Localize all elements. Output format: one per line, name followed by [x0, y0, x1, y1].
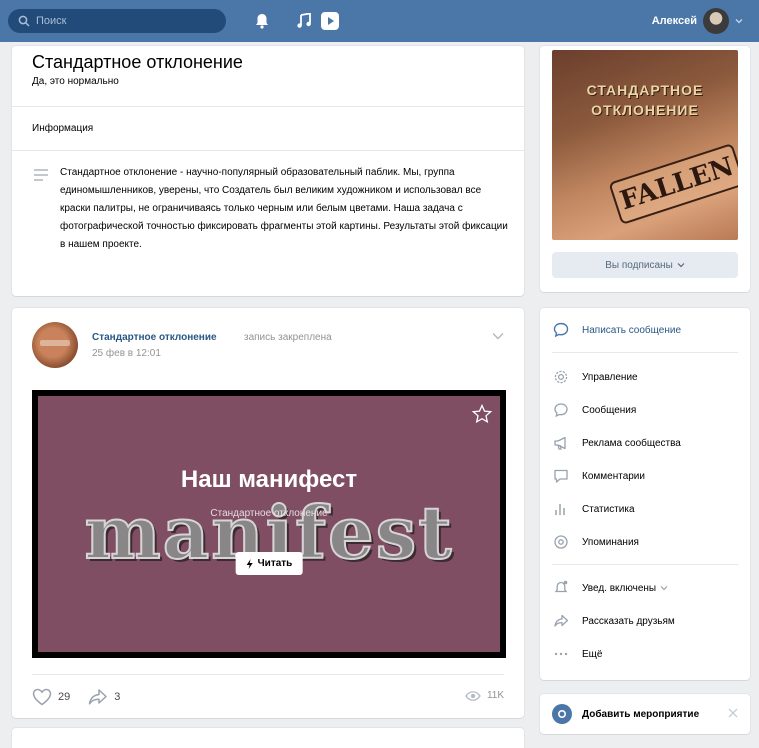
- article-banner[interactable]: manifest Наш манифест Стандартное отклон…: [32, 390, 506, 658]
- share-button[interactable]: 3: [88, 688, 120, 706]
- cover-title-line1: СТАНДАРТНОЕ: [586, 82, 704, 98]
- write-message-label: Написать сообщение: [582, 324, 682, 336]
- like-button[interactable]: 29: [32, 688, 70, 706]
- group-cover-image[interactable]: СТАНДАРТНОЕ ОТКЛОНЕНИЕ FALLEN: [552, 50, 738, 240]
- read-button[interactable]: Читать: [235, 552, 303, 575]
- bell-icon[interactable]: [252, 11, 272, 31]
- like-count: 29: [58, 691, 71, 703]
- group-cover-card: СТАНДАРТНОЕ ОТКЛОНЕНИЕ FALLEN Вы подписа…: [540, 46, 750, 292]
- search-icon: [18, 15, 30, 27]
- cover-title-line2: ОТКЛОНЕНИЕ: [591, 102, 699, 118]
- avatar: [703, 8, 729, 34]
- write-message-button[interactable]: Написать сообщение: [552, 316, 738, 344]
- group-actions-menu: Написать сообщение Управление Сообщения …: [540, 308, 750, 680]
- manage-label: Управление: [582, 371, 638, 383]
- comments-label: Комментарии: [582, 470, 645, 482]
- messages-label: Сообщения: [582, 404, 637, 416]
- divider: [552, 564, 738, 565]
- share-icon: [552, 612, 570, 630]
- user-menu[interactable]: Алексей: [652, 7, 743, 35]
- stats-link[interactable]: Статистика: [552, 495, 738, 523]
- tell-friends-link[interactable]: Рассказать друзьям: [552, 607, 738, 635]
- mentions-label: Упоминания: [582, 536, 639, 548]
- divider: [12, 150, 524, 151]
- top-bar: Алексей: [0, 0, 759, 42]
- add-event-button[interactable]: Добавить мероприятие: [552, 704, 699, 724]
- mention-icon: [552, 533, 570, 551]
- cover-stamp: FALLEN: [608, 142, 738, 226]
- more-link[interactable]: Ещё: [552, 640, 738, 668]
- divider: [32, 674, 504, 675]
- heart-icon: [32, 688, 52, 706]
- lightning-icon: [246, 558, 253, 569]
- advertise-label: Реклама сообщества: [582, 437, 681, 449]
- post-author-link[interactable]: Стандартное отклонение: [92, 332, 217, 343]
- share-icon: [89, 689, 107, 705]
- views-counter: 11K: [465, 690, 504, 701]
- event-icon: [552, 704, 572, 724]
- bell-icon: [552, 579, 570, 597]
- next-post: [12, 728, 524, 748]
- post-author-avatar[interactable]: [32, 322, 78, 368]
- search-box[interactable]: [8, 9, 226, 33]
- megaphone-icon: [552, 434, 570, 452]
- text-lines-icon: [34, 169, 48, 181]
- user-name: Алексей: [651, 15, 697, 27]
- message-icon: [552, 321, 570, 339]
- mentions-link[interactable]: Упоминания: [552, 528, 738, 556]
- close-icon[interactable]: [728, 708, 738, 718]
- group-info-card: Стандартное отклонение Да, это нормально…: [12, 46, 524, 296]
- chevron-down-icon: [735, 19, 743, 24]
- subscribed-label: Вы подписаны: [605, 259, 673, 271]
- gear-icon: [552, 368, 570, 386]
- post-date[interactable]: 25 фев в 12:01: [92, 348, 161, 359]
- comment-icon: [552, 467, 570, 485]
- banner-subtitle: Стандартное отклонение: [210, 508, 328, 519]
- notifications-label: Увед. включены: [582, 582, 657, 594]
- divider: [12, 106, 524, 107]
- advertise-link[interactable]: Реклама сообщества: [552, 429, 738, 457]
- chevron-down-icon[interactable]: [492, 332, 504, 340]
- star-icon[interactable]: [472, 404, 492, 424]
- banner-heading: Наш манифест: [180, 466, 358, 493]
- subscribed-button[interactable]: Вы подписаны: [552, 252, 738, 278]
- read-button-label: Читать: [257, 558, 293, 569]
- comments-link[interactable]: Комментарии: [552, 462, 738, 490]
- views-count: 11K: [486, 690, 504, 701]
- eye-icon: [465, 690, 481, 701]
- post-actions: 29 3: [32, 688, 120, 706]
- play-icon[interactable]: [320, 11, 340, 31]
- chevron-down-icon: [660, 586, 668, 591]
- tell-friends-label: Рассказать друзьям: [582, 615, 675, 627]
- stats-label: Статистика: [582, 503, 635, 515]
- stats-icon: [552, 500, 570, 518]
- group-status: Да, это нормально: [32, 76, 119, 87]
- messages-link[interactable]: Сообщения: [552, 396, 738, 424]
- add-event-label: Добавить мероприятие: [582, 708, 700, 720]
- divider: [552, 352, 738, 353]
- section-title-info: Информация: [32, 123, 94, 134]
- chat-icon: [552, 401, 570, 419]
- share-count: 3: [114, 691, 121, 703]
- manage-link[interactable]: Управление: [552, 363, 738, 391]
- more-label: Ещё: [582, 648, 603, 660]
- pinned-post: Стандартное отклонение запись закреплена…: [12, 308, 524, 718]
- search-input[interactable]: [36, 15, 206, 27]
- pinned-label: запись закреплена: [244, 332, 332, 343]
- chevron-down-icon: [677, 263, 685, 268]
- group-description: Стандартное отклонение - научно-популярн…: [60, 167, 508, 250]
- more-icon: [552, 645, 570, 663]
- music-icon[interactable]: [294, 11, 314, 31]
- page-title: Стандартное отклонение: [32, 52, 243, 72]
- notifications-toggle[interactable]: Увед. включены: [552, 574, 738, 602]
- add-event-card: Добавить мероприятие: [540, 694, 750, 734]
